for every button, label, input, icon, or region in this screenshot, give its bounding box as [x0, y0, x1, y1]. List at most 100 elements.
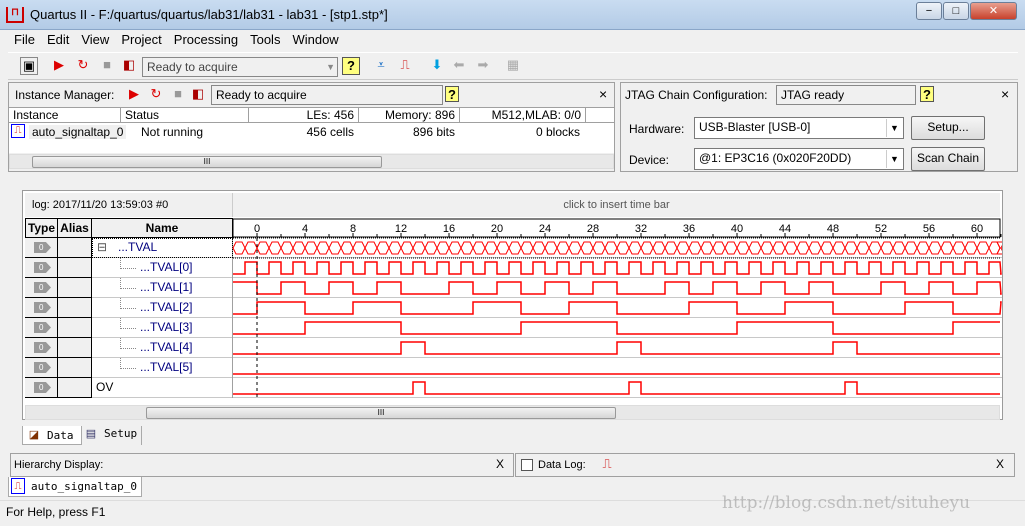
instance-m512: 0 blocks — [535, 125, 580, 139]
data-log-label: Data Log: — [538, 459, 586, 471]
menu-file[interactable]: File — [8, 30, 41, 49]
instance-horizontal-scrollbar[interactable]: III — [9, 154, 614, 169]
waveform-plot[interactable]: 0 4 8 12 16 20 24 28 32 36 40 44 48 52 56 60 — [23, 191, 1002, 403]
bus-value-segment — [616, 241, 630, 255]
bus-value-segment — [760, 241, 774, 255]
signal-trace — [233, 281, 1002, 295]
read-data-icon[interactable]: ◧ — [120, 57, 138, 75]
instance-status: Not running — [141, 125, 204, 139]
chevron-down-icon: ▼ — [886, 119, 902, 137]
setup-button[interactable]: Setup... — [911, 116, 985, 140]
hardware-select[interactable]: USB-Blaster [USB-0] ▼ — [694, 117, 904, 139]
minimize-button[interactable]: − — [916, 2, 942, 20]
bus-value-segment — [844, 241, 858, 255]
col-memory[interactable]: Memory: 896 — [359, 108, 460, 123]
window-title: Quartus II - F:/quartus/quartus/lab31/la… — [30, 7, 388, 22]
bus-value-segment — [712, 241, 726, 255]
bus-value-segment — [268, 241, 282, 255]
menu-processing[interactable]: Processing — [168, 30, 244, 49]
bus-value-segment — [784, 241, 798, 255]
data-log-icon[interactable]: ⎍ — [598, 456, 616, 474]
toolbar: ▣ ▶ ↻ ■ ◧ Ready to acquire ▼ ? ⩡ ⎍ ⬇ ⬅ ➡ … — [8, 52, 1018, 80]
setup-tab-icon: ▤ — [85, 428, 97, 440]
watermark: http://blog.csdn.net/situheyu — [722, 493, 971, 513]
bus-value-segment — [388, 241, 402, 255]
previous-icon[interactable]: ⬅ — [450, 57, 468, 75]
bus-value-segment — [808, 241, 822, 255]
col-m512[interactable]: M512,MLAB: 0/0 — [460, 108, 586, 123]
bus-value-segment — [892, 241, 906, 255]
instance-tab[interactable]: ⎍ auto_signaltap_0 — [8, 477, 142, 497]
menu-project[interactable]: Project — [115, 30, 167, 49]
scan-chain-button[interactable]: Scan Chain — [911, 147, 985, 171]
signal-trace — [233, 341, 1000, 355]
autorun-analysis-icon[interactable]: ↻ — [74, 57, 92, 75]
close-icon[interactable]: × — [599, 86, 607, 102]
acquire-status-combo[interactable]: Ready to acquire ▼ — [142, 57, 338, 77]
program-device-icon[interactable]: ⩡ — [372, 57, 390, 75]
bus-value-segment — [256, 241, 270, 255]
bus-value-segment — [448, 241, 462, 255]
hierarchy-panel: Hierarchy Display: X — [10, 453, 514, 477]
stop-analysis-icon[interactable]: ■ — [98, 57, 116, 75]
autorun-analysis-icon[interactable]: ↻ — [147, 86, 165, 104]
menu-window[interactable]: Window — [286, 30, 344, 49]
read-data-icon[interactable]: ◧ — [189, 86, 207, 104]
col-les[interactable]: LEs: 456 — [249, 108, 359, 123]
tab-data[interactable]: ◪ Data — [22, 426, 82, 445]
signaltap-window-icon[interactable]: ▣ — [20, 57, 38, 75]
close-button[interactable]: ✕ — [970, 2, 1017, 20]
bus-value-segment — [724, 241, 738, 255]
chevron-down-icon: ▼ — [886, 150, 902, 168]
jtag-label: JTAG Chain Configuration: — [625, 88, 768, 102]
col-status[interactable]: Status — [121, 108, 249, 123]
instance-manager-panel: Instance Manager: ▶ ↻ ■ ◧ Ready to acqui… — [8, 82, 615, 172]
bus-value-segment — [232, 241, 246, 255]
stop-analysis-icon[interactable]: ■ — [169, 86, 187, 104]
menu-view[interactable]: View — [75, 30, 115, 49]
close-icon[interactable]: X — [996, 457, 1004, 471]
bus-value-segment — [916, 241, 930, 255]
scroll-thumb[interactable]: III — [32, 156, 382, 168]
bus-value-segment — [544, 241, 558, 255]
bus-value-segment — [472, 241, 486, 255]
bus-value-segment — [532, 241, 546, 255]
bus-value-segment — [520, 241, 534, 255]
bus-value-segment — [868, 241, 882, 255]
run-analysis-icon[interactable]: ▶ — [50, 57, 68, 75]
maximize-button[interactable]: □ — [943, 2, 969, 20]
help-icon[interactable]: ? — [920, 86, 934, 102]
bus-value-segment — [676, 241, 690, 255]
instance-les: 456 cells — [306, 125, 354, 139]
tab-data-label: Data — [47, 429, 74, 442]
tab-setup[interactable]: ▤ Setup — [82, 426, 142, 445]
close-icon[interactable]: × — [1001, 86, 1009, 102]
data-log-checkbox[interactable] — [521, 459, 533, 471]
bus-value-segment — [904, 241, 918, 255]
device-label: Device: — [629, 153, 670, 167]
help-icon[interactable]: ? — [342, 57, 360, 75]
waveform-export-icon[interactable]: ⎍ — [396, 57, 414, 75]
device-select[interactable]: @1: EP3C16 (0x020F20DD) ▼ — [694, 148, 904, 170]
menu-tools[interactable]: Tools — [244, 30, 286, 49]
data-log-panel: Data Log: ⎍ X — [515, 453, 1015, 477]
help-icon[interactable]: ? — [445, 86, 459, 102]
jtag-status-field: JTAG ready — [776, 85, 916, 105]
trigger-down-icon[interactable]: ⬇ — [428, 57, 446, 75]
bus-value-segment — [628, 241, 642, 255]
menu-edit[interactable]: Edit — [41, 30, 75, 49]
instance-row[interactable]: ⎍ auto_signaltap_0 Not running 456 cells… — [9, 123, 614, 153]
grid-icon[interactable]: ▦ — [504, 57, 522, 75]
col-instance[interactable]: Instance — [9, 108, 121, 123]
next-icon[interactable]: ➡ — [474, 57, 492, 75]
waveform-horizontal-scrollbar[interactable]: III — [25, 405, 1000, 420]
bus-value-segment — [568, 241, 582, 255]
bus-value-segment — [484, 241, 498, 255]
data-tab-icon: ◪ — [28, 429, 40, 441]
bus-value-segment — [244, 241, 258, 255]
bus-value-segment — [364, 241, 378, 255]
close-icon[interactable]: X — [496, 457, 504, 471]
scroll-thumb[interactable]: III — [146, 407, 616, 419]
bus-value-segment — [736, 241, 750, 255]
run-analysis-icon[interactable]: ▶ — [125, 86, 143, 104]
